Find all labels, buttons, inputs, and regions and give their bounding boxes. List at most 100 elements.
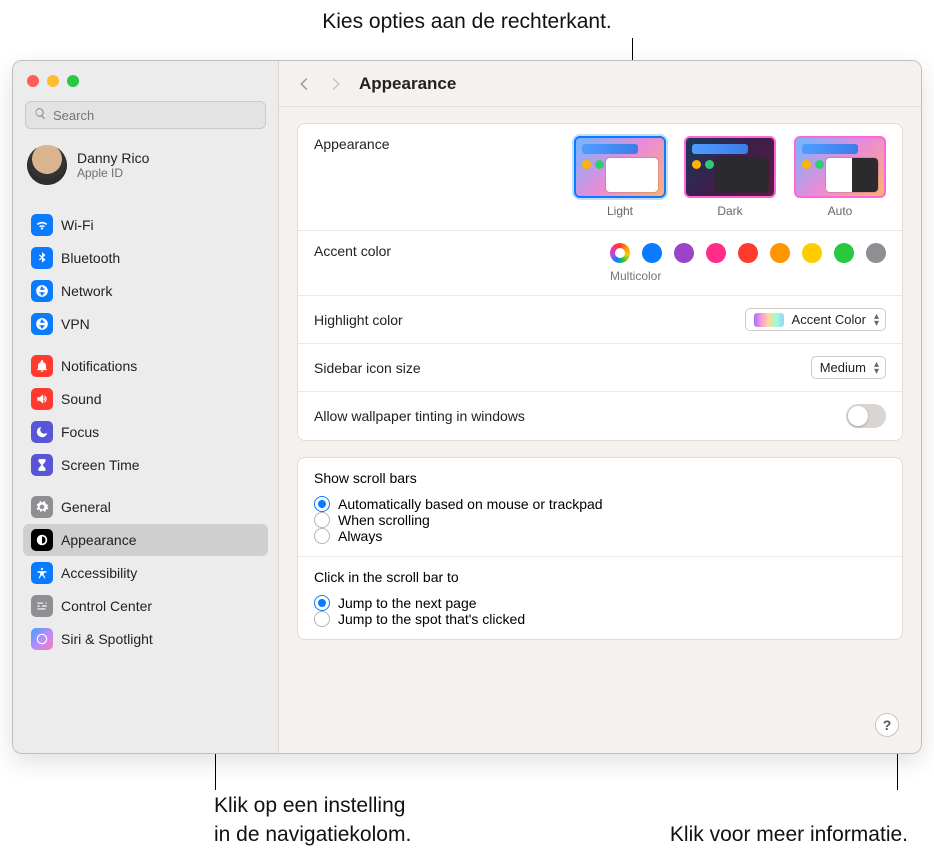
accent-color-multicolor[interactable] [610, 243, 630, 263]
highlight-color-select[interactable]: Accent Color ▴▾ [745, 308, 886, 331]
theme-option-auto[interactable]: Auto [794, 136, 886, 218]
minimize-icon[interactable] [47, 75, 59, 87]
accent-color-red[interactable] [738, 243, 758, 263]
theme-option-dark[interactable]: Dark [684, 136, 776, 218]
accent-caption: Multicolor [610, 269, 661, 283]
sidebar-item-label: Sound [61, 391, 101, 407]
page-title: Appearance [359, 74, 456, 94]
user-name: Danny Rico [77, 150, 149, 166]
appearance-card: Appearance Light DarkAuto Accent color Mu… [297, 123, 903, 441]
chevron-updown-icon: ▴▾ [874, 313, 879, 327]
theme-thumbnail [684, 136, 776, 198]
sidebar-item-label: Wi-Fi [61, 217, 94, 233]
sidebar-item-siri-spotlight[interactable]: Siri & Spotlight [23, 623, 268, 655]
highlight-value: Accent Color [792, 312, 866, 327]
accent-color-blue[interactable] [642, 243, 662, 263]
sidebar-item-appearance[interactable]: Appearance [23, 524, 268, 556]
bell-icon [31, 355, 53, 377]
theme-caption: Light [607, 204, 633, 218]
wallpaper-tinting-toggle[interactable] [846, 404, 886, 428]
sidebar: Danny Rico Apple ID Wi-Fi Bluetooth Networ… [13, 61, 279, 753]
sidebar-item-screen-time[interactable]: Screen Time [23, 449, 268, 481]
sidebar-item-label: Focus [61, 424, 99, 440]
user-sub: Apple ID [77, 166, 149, 180]
search-field[interactable] [25, 101, 266, 129]
sidebar-item-label: General [61, 499, 111, 515]
window-controls [13, 61, 278, 97]
zoom-icon[interactable] [67, 75, 79, 87]
sidebar-item-accessibility[interactable]: Accessibility [23, 557, 268, 589]
click-in-scrollbar-group: Click in the scroll bar to Jump to the n… [298, 556, 902, 639]
radio-scrollbars-0[interactable]: Automatically based on mouse or trackpad [314, 496, 886, 512]
sidebar-item-label: Accessibility [61, 565, 137, 581]
sidebar-item-general[interactable]: General [23, 491, 268, 523]
show-scrollbars-group: Show scroll bars Automatically based on … [298, 458, 902, 556]
accent-color-pink[interactable] [706, 243, 726, 263]
accent-color-row [610, 243, 886, 263]
sidebar-nav: Wi-Fi Bluetooth Network VPN Notifications So… [13, 199, 278, 666]
accent-color-graphite[interactable] [866, 243, 886, 263]
close-icon[interactable] [27, 75, 39, 87]
sidebar-item-label: Appearance [61, 532, 137, 548]
radio-button-icon [314, 528, 330, 544]
annotation-bottom-left: Klik op een instelling in de navigatieko… [214, 792, 474, 849]
sidebar-item-label: Screen Time [61, 457, 140, 473]
sidebar-icon-size-value: Medium [820, 360, 866, 375]
theme-option-light[interactable]: Light [574, 136, 666, 218]
sidebar-group-system: General Appearance Accessibility Control Ce… [19, 491, 272, 655]
sidebar-group-connectivity: Wi-Fi Bluetooth Network VPN [19, 209, 272, 340]
highlight-swatch [754, 313, 784, 327]
sidebar-item-network[interactable]: Network [23, 275, 268, 307]
radio-scrollbar-click-1[interactable]: Jump to the spot that's clicked [314, 611, 886, 627]
sidebar-icon-size-select[interactable]: Medium ▴▾ [811, 356, 886, 379]
apple-id-row[interactable]: Danny Rico Apple ID [13, 139, 278, 199]
sidebar-item-label: Network [61, 283, 112, 299]
sidebar-item-control-center[interactable]: Control Center [23, 590, 268, 622]
sidebar-item-focus[interactable]: Focus [23, 416, 268, 448]
accent-color-green[interactable] [834, 243, 854, 263]
toolbar: Appearance [279, 61, 921, 107]
radio-scrollbars-2[interactable]: Always [314, 528, 886, 544]
chevron-updown-icon: ▴▾ [874, 361, 879, 375]
content: Appearance Light DarkAuto Accent color Mu… [279, 107, 921, 753]
callout-line-bottom-right [897, 748, 898, 790]
search-input[interactable] [53, 108, 257, 123]
sidebar-item-label: VPN [61, 316, 90, 332]
sidebar-item-label: Control Center [61, 598, 152, 614]
appearance-label: Appearance [314, 136, 390, 152]
radio-label: Jump to the spot that's clicked [338, 611, 525, 627]
sidebar-item-wi-fi[interactable]: Wi-Fi [23, 209, 268, 241]
wallpaper-tinting-label: Allow wallpaper tinting in windows [314, 408, 525, 424]
sidebar-item-sound[interactable]: Sound [23, 383, 268, 415]
theme-thumbnail [794, 136, 886, 198]
radio-button-icon [314, 496, 330, 512]
radio-label: Jump to the next page [338, 595, 477, 611]
forward-button[interactable] [327, 75, 345, 93]
search-icon [34, 107, 47, 123]
accent-label: Accent color [314, 243, 391, 259]
sidebar-item-notifications[interactable]: Notifications [23, 350, 268, 382]
siri-icon [31, 628, 53, 650]
theme-thumbnail [574, 136, 666, 198]
annotation-bottom-right: Klik voor meer informatie. [538, 821, 908, 849]
accent-color-orange[interactable] [770, 243, 790, 263]
accent-color-purple[interactable] [674, 243, 694, 263]
highlight-label: Highlight color [314, 312, 403, 328]
radio-button-icon [314, 595, 330, 611]
appearance-icon [31, 529, 53, 551]
radio-label: Automatically based on mouse or trackpad [338, 496, 603, 512]
annotation-top: Kies opties aan de rechterkant. [0, 8, 934, 36]
radio-scrollbars-1[interactable]: When scrolling [314, 512, 886, 528]
globe-icon [31, 280, 53, 302]
back-button[interactable] [295, 75, 313, 93]
theme-picker: Light DarkAuto [574, 136, 886, 218]
sidebar-item-bluetooth[interactable]: Bluetooth [23, 242, 268, 274]
show-scrollbars-title: Show scroll bars [314, 470, 886, 486]
radio-scrollbar-click-0[interactable]: Jump to the next page [314, 595, 886, 611]
radio-button-icon [314, 611, 330, 627]
sidebar-item-label: Notifications [61, 358, 137, 374]
sidebar-item-vpn[interactable]: VPN [23, 308, 268, 340]
sidebar-group-notifications: Notifications Sound Focus Screen Time [19, 350, 272, 481]
accent-color-yellow[interactable] [802, 243, 822, 263]
help-button[interactable]: ? [875, 713, 899, 737]
